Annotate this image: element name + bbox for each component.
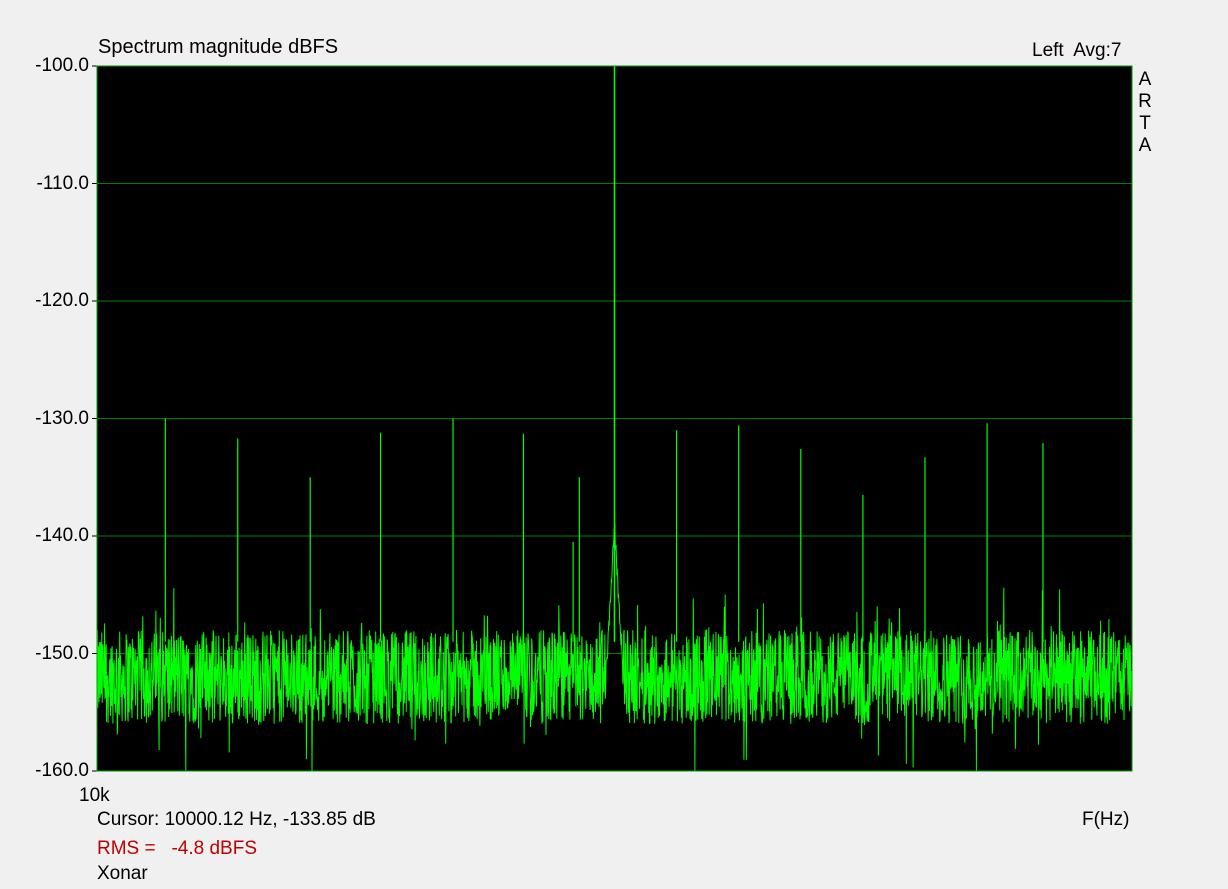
device-name: Xonar [97,863,148,884]
y-tick-label: -140.0 [35,525,89,546]
y-tick-label: -100.0 [35,55,89,76]
rms-readout: RMS = -4.8 dBFS [97,839,257,858]
cursor-readout: Cursor: 10000.12 Hz, -133.85 dB [97,809,376,830]
y-tick-label: -110.0 [36,172,89,194]
y-tick-label: -120.0 [35,290,89,311]
y-tick-label: -150.0 [35,642,89,664]
rms-label: RMS = [97,838,156,859]
chart-title: Spectrum magnitude dBFS [98,36,339,58]
y-tick-label: -130.0 [35,407,89,429]
x-axis-label: F(Hz) [1082,809,1130,830]
spectrum-plot [92,65,1133,772]
y-tick-marks [92,65,97,772]
x-tick-label: 10k [79,785,110,806]
rms-value: -4.8 dBFS [171,838,257,859]
channel-averaging-label: Left Avg:7 [1032,40,1122,61]
y-tick-label: -160.0 [35,760,89,781]
brand-vertical-label: ARTA [1138,69,1152,156]
